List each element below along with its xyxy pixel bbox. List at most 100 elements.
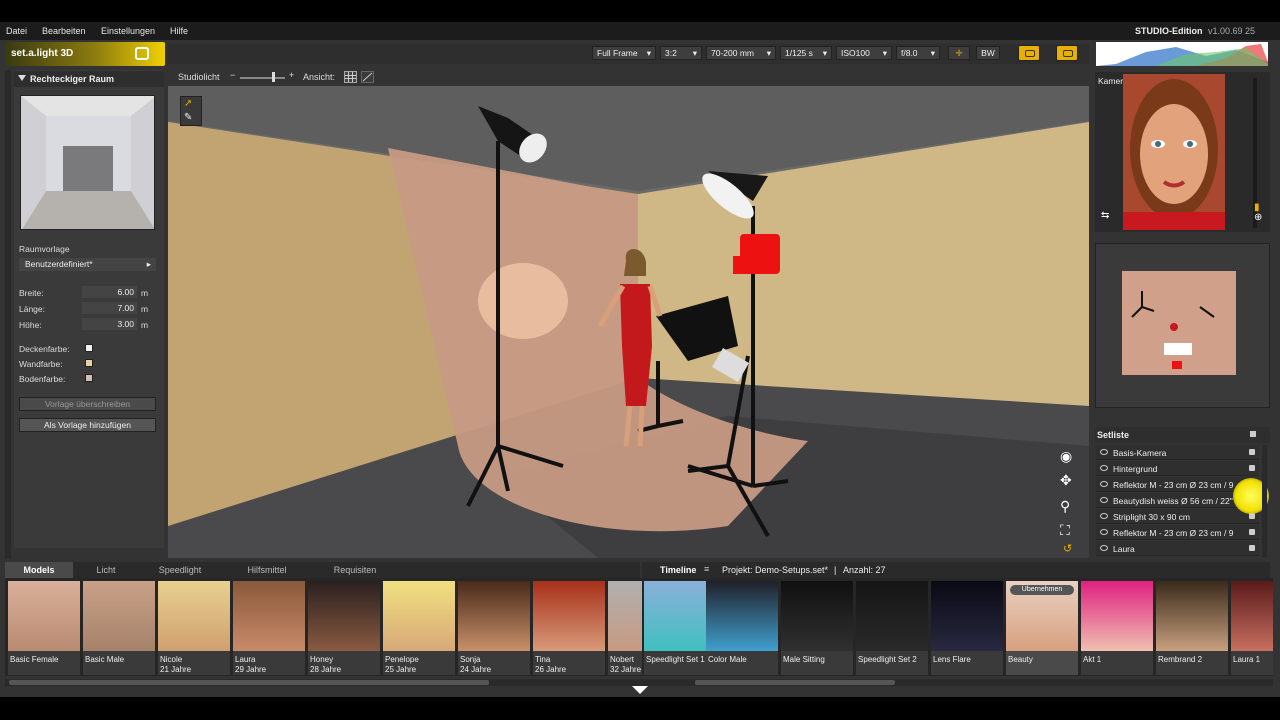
menu-einstellungen[interactable]: Einstellungen [101, 26, 155, 36]
tab-hilfsmittel[interactable]: Hilfsmittel [223, 562, 311, 578]
floor-color-label: Bodenfarbe: [19, 374, 66, 384]
model-thumb[interactable]: Nobert 32 Jahre [608, 581, 642, 675]
studio-light-slider[interactable] [240, 77, 285, 79]
apply-button[interactable]: Übernehmen [1010, 585, 1074, 595]
shutter-select[interactable]: 1/125 s ▾ [780, 46, 832, 60]
reset-view-icon[interactable]: ↺ [1063, 542, 1072, 555]
models-scroll-thumb[interactable] [9, 680, 489, 685]
wall-color-swatch[interactable] [85, 359, 93, 367]
eye-icon[interactable] [1100, 529, 1108, 535]
menu-datei[interactable]: Datei [6, 26, 27, 36]
set-item[interactable]: Striplight 30 x 90 cm [1096, 509, 1259, 524]
timeline-scroll-thumb[interactable] [695, 680, 895, 685]
length-input[interactable]: 7.00 [82, 302, 137, 314]
model-thumb[interactable]: Nicole 21 Jahre [158, 581, 230, 675]
setup-thumb[interactable]: Speedlight Set 2 [856, 581, 928, 675]
set-item[interactable]: Laura [1096, 541, 1259, 556]
focus-target-icon[interactable]: ✛ [948, 46, 970, 60]
eye-icon[interactable] [1100, 497, 1108, 503]
grid-icon[interactable] [344, 71, 357, 83]
setup-thumb[interactable]: Akt 1 [1081, 581, 1153, 675]
camera-render-icon[interactable] [1056, 45, 1078, 61]
minus-icon[interactable]: − [230, 70, 235, 80]
fit-view-icon[interactable]: ⛶ [1060, 522, 1070, 539]
timeline-menu-icon[interactable]: ≡ [704, 564, 709, 574]
eye-icon[interactable] [1100, 513, 1108, 519]
menu-bar: Datei Bearbeiten Einstellungen Hilfe STU… [0, 22, 1280, 40]
overwrite-template-button[interactable]: Vorlage überschreiben [19, 397, 156, 411]
menu-hilfe[interactable]: Hilfe [170, 26, 188, 36]
add-template-button[interactable]: Als Vorlage hinzufügen [19, 418, 156, 432]
library-scrollbar[interactable] [5, 679, 1273, 686]
lock-icon[interactable] [1249, 465, 1255, 471]
lens-select[interactable]: 70-200 mm ▾ [706, 46, 776, 60]
setup-thumb[interactable]: Beauty Übernehmen [1006, 581, 1078, 675]
ratio-select[interactable]: 3:2 ▾ [660, 46, 702, 60]
height-input[interactable]: 3.00 [82, 318, 137, 330]
model-thumb[interactable]: Tina 26 Jahre [533, 581, 605, 675]
eye-icon[interactable] [1100, 465, 1108, 471]
ceiling-color-swatch[interactable] [85, 344, 93, 352]
diagonal-icon[interactable] [361, 71, 374, 83]
zoom-view-icon[interactable]: ⚲ [1060, 498, 1070, 515]
plus-icon[interactable]: + [289, 70, 294, 80]
setup-thumb[interactable]: Laura 1 [1231, 581, 1273, 675]
left-panel-scrollbar[interactable] [5, 70, 11, 558]
pan-view-icon[interactable]: ✥ [1060, 472, 1072, 489]
target-icon[interactable]: ⊕ [1254, 212, 1262, 223]
swap-icon[interactable]: ⇆ [1101, 210, 1109, 221]
setup-thumb[interactable]: Male Sitting [781, 581, 853, 675]
bw-button[interactable]: BW [976, 46, 1000, 60]
model-thumb[interactable]: Basic Male [83, 581, 155, 675]
collapse-arrow-icon[interactable] [632, 686, 648, 694]
model-thumb[interactable]: Sonja 24 Jahre [458, 581, 530, 675]
iso-select[interactable]: ISO100 ▾ [836, 46, 892, 60]
tab-speedlight[interactable]: Speedlight [139, 562, 221, 578]
pencil-icon[interactable]: ✎ [184, 112, 192, 123]
camera-preview[interactable] [1123, 74, 1225, 230]
top-view-map[interactable] [1122, 271, 1236, 375]
setliste-scrollbar[interactable] [1262, 445, 1267, 557]
lock-icon[interactable] [1250, 431, 1256, 437]
select-cursor-icon[interactable]: ➚ [184, 98, 192, 109]
lock-icon[interactable] [1249, 449, 1255, 455]
model-thumb[interactable]: Penelope 25 Jahre [383, 581, 455, 675]
studio-light-slider-handle[interactable] [272, 72, 275, 82]
set-item[interactable]: Reflektor M - 23 cm Ø 23 cm / 9 [1096, 525, 1259, 540]
model-thumb[interactable]: Honey 28 Jahre [308, 581, 380, 675]
model-name: Nobert [610, 655, 635, 664]
eye-icon[interactable] [1100, 481, 1108, 487]
room-template-value: Benutzerdefiniert* [25, 259, 93, 269]
model-thumb[interactable]: Laura 29 Jahre [233, 581, 305, 675]
collapse-triangle-icon[interactable] [18, 75, 26, 81]
chevron-down-icon: ▾ [766, 48, 771, 58]
room-panel-title: Rechteckiger Raum [30, 74, 115, 84]
menu-bearbeiten[interactable]: Bearbeiten [42, 26, 86, 36]
model-thumb[interactable]: Basic Female [8, 581, 80, 675]
floor-color-swatch[interactable] [85, 374, 93, 382]
lock-icon[interactable] [1249, 545, 1255, 551]
eye-icon[interactable] [1100, 545, 1108, 551]
studio-3d-viewport[interactable]: ➚ ✎ ◉ ✥ ⚲ ⛶ ↺ [168, 86, 1089, 558]
setup-thumb[interactable]: Lens Flare [931, 581, 1003, 675]
tab-licht[interactable]: Licht [75, 562, 137, 578]
lock-icon[interactable] [1249, 529, 1255, 535]
top-view-panel[interactable] [1095, 243, 1270, 408]
aperture-select[interactable]: f/8.0 ▾ [896, 46, 940, 60]
model-name: Basic Female [10, 655, 59, 664]
set-item-label: Laura [1113, 544, 1135, 554]
camera-shot-icon[interactable] [1018, 45, 1040, 61]
room-template-select[interactable]: Benutzerdefiniert* ▸ [19, 258, 156, 271]
room-panel-header[interactable]: Rechteckiger Raum [14, 71, 164, 87]
timeline-label[interactable]: Timeline [660, 565, 696, 575]
sensor-select[interactable]: Full Frame ▾ [592, 46, 656, 60]
set-item[interactable]: Basis-Kamera [1096, 445, 1259, 460]
setup-thumb[interactable]: Rembrand 2 [1156, 581, 1228, 675]
eye-icon[interactable] [1100, 449, 1108, 455]
width-input[interactable]: 6.00 [82, 286, 137, 298]
setup-thumb[interactable]: Color Male [706, 581, 778, 675]
tab-requisiten[interactable]: Requisiten [313, 562, 397, 578]
set-item[interactable]: Hintergrund [1096, 461, 1259, 476]
tab-models[interactable]: Models [5, 562, 73, 578]
rotate-view-icon[interactable]: ◉ [1060, 448, 1072, 465]
